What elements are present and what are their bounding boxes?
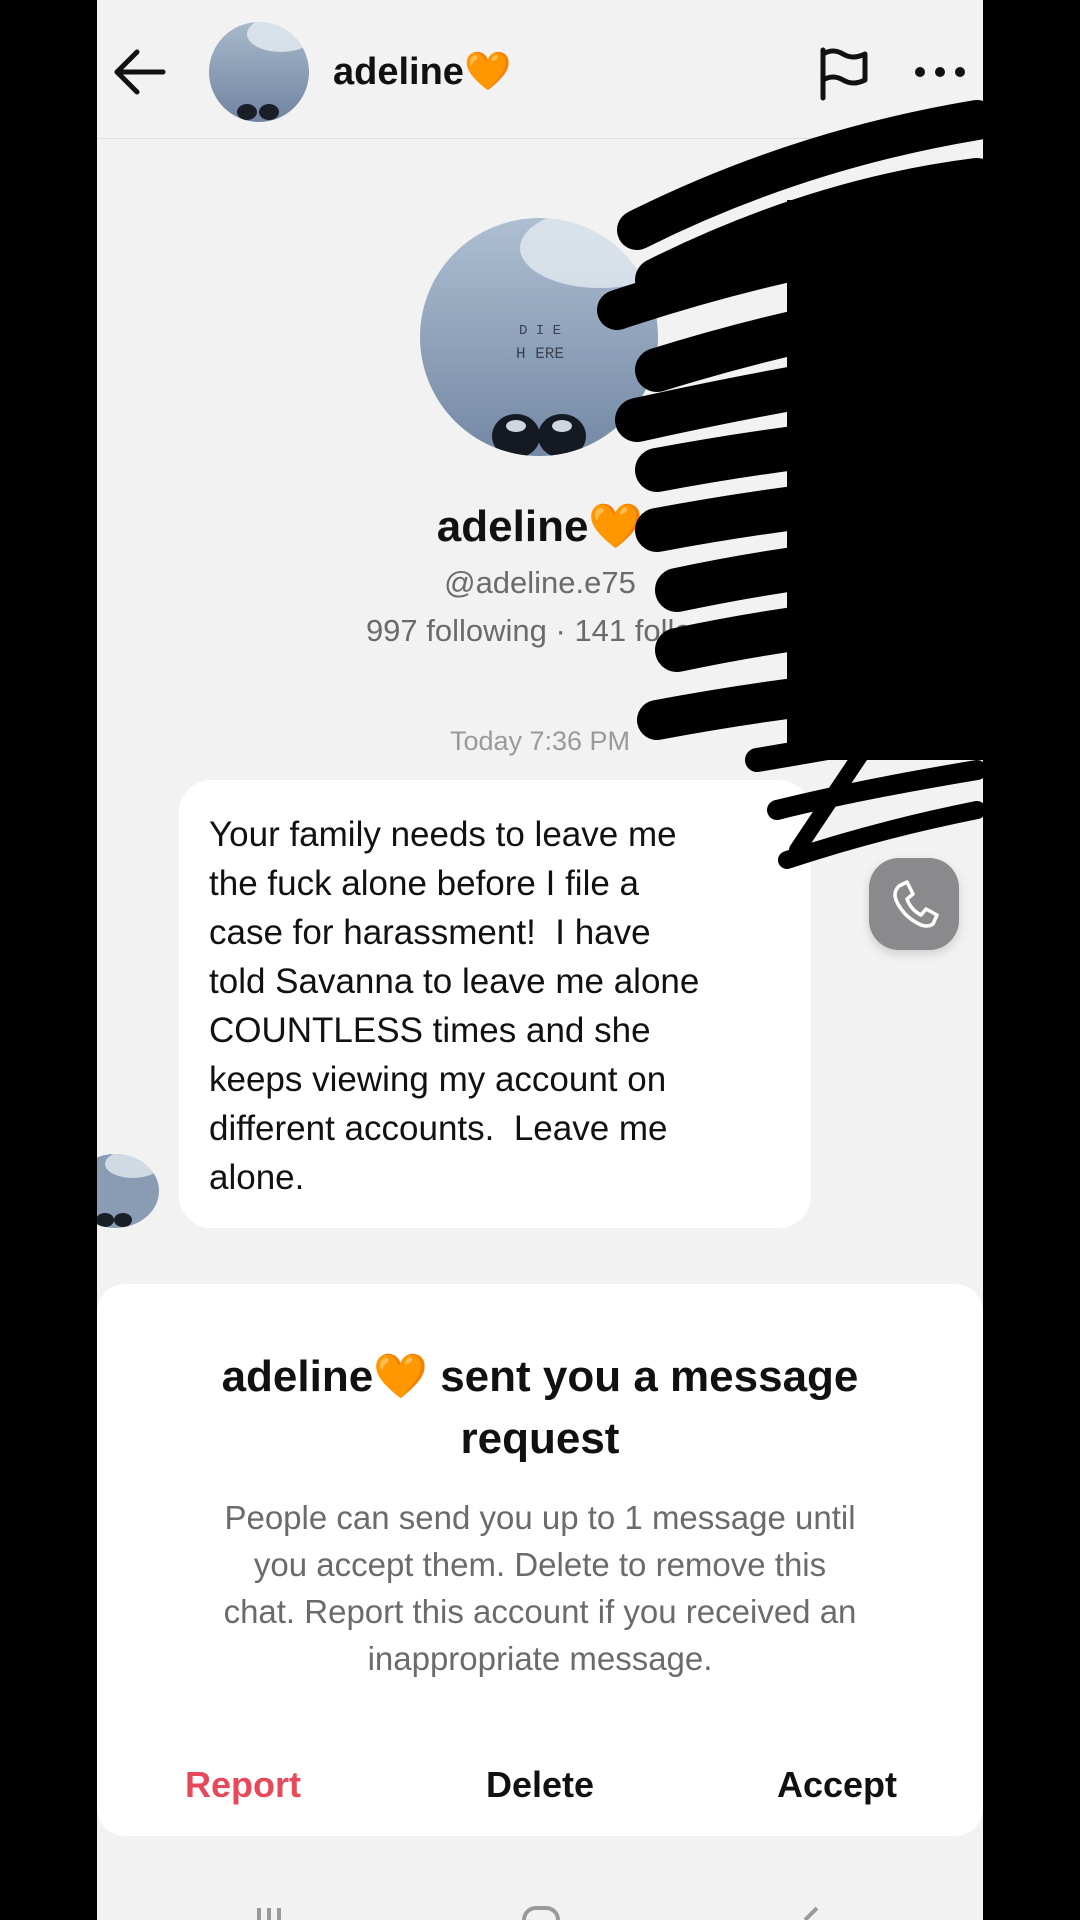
profile-name: adeline🧡: [436, 502, 644, 551]
profile-avatar[interactable]: D I E H ERE: [420, 218, 658, 456]
profile-stats: 997 following · 141 follow: [365, 613, 715, 648]
chat-screen: adeline🧡 D I E H ERE adeline🧡 @adeline.e…: [97, 0, 983, 1920]
message-line: alone.: [209, 1158, 305, 1197]
message-line: COUNTLESS times and she: [209, 1011, 651, 1050]
message-line: different accounts. Leave me: [209, 1109, 668, 1148]
message-timestamp: Today 7:36 PM: [449, 726, 631, 756]
accept-button[interactable]: Accept: [777, 1764, 897, 1806]
arrow-left-icon: [114, 49, 166, 95]
system-navigation-bar: [97, 1880, 983, 1920]
header-avatar[interactable]: [209, 22, 309, 122]
more-options-button[interactable]: [912, 52, 968, 92]
svg-text:H ERE: H ERE: [516, 345, 564, 363]
message-line: case for harassment! I have: [209, 913, 651, 952]
call-button[interactable]: [869, 858, 959, 950]
flag-icon: [820, 47, 868, 101]
sender-avatar[interactable]: [97, 1154, 159, 1228]
home-icon: [522, 1906, 560, 1920]
request-title: adeline🧡 sent you a message request: [221, 1352, 859, 1463]
back-nav-icon: [803, 1906, 819, 1920]
request-description: People can send you up to 1 message unti…: [223, 1499, 857, 1677]
message-line: the fuck alone before I file a: [209, 864, 639, 903]
report-flag-button[interactable]: [815, 46, 871, 102]
message-request-card: adeline🧡 sent you a message request Peop…: [97, 1284, 983, 1836]
recent-apps-icon: [257, 1908, 281, 1920]
chat-header: adeline🧡: [97, 0, 983, 139]
message-line: Your family needs to leave me: [209, 815, 677, 854]
more-horizontal-icon: [915, 67, 965, 77]
message-bubble[interactable]: Your family needs to leave me the fuck a…: [179, 780, 811, 1228]
message-line: told Savanna to leave me alone: [209, 962, 700, 1001]
report-button[interactable]: Report: [185, 1764, 301, 1806]
profile-handle: @adeline.e75: [444, 565, 636, 600]
message-line: keeps viewing my account on: [209, 1060, 667, 1099]
phone-icon: [893, 880, 939, 928]
header-username[interactable]: adeline🧡: [333, 50, 511, 94]
svg-text:D I E: D I E: [519, 323, 561, 339]
back-button[interactable]: [109, 46, 169, 98]
